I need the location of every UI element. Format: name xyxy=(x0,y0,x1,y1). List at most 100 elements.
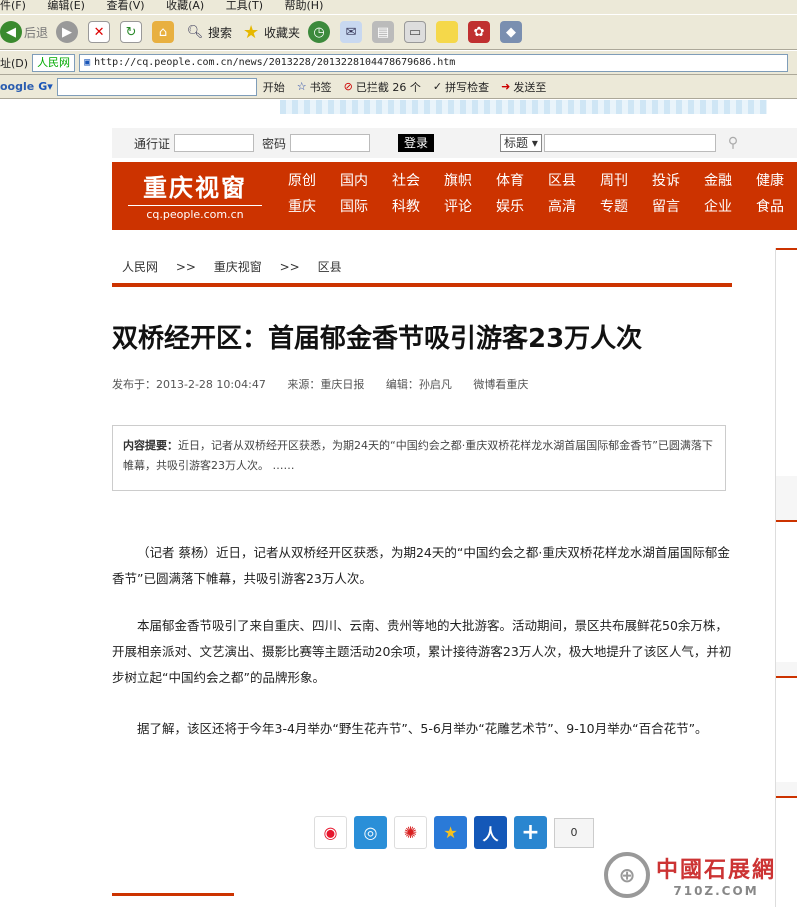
nav-link[interactable]: 投诉 xyxy=(652,170,704,196)
nav-link[interactable]: 体育 xyxy=(496,170,548,196)
stop-button[interactable]: ✕ xyxy=(88,21,112,43)
history-button[interactable]: ◷ xyxy=(308,21,332,43)
refresh-icon: ↻ xyxy=(120,21,143,43)
breadcrumb-link[interactable]: 人民网 xyxy=(122,260,158,274)
address-label: 址(D) xyxy=(0,56,29,70)
home-button[interactable]: ⌂ xyxy=(152,21,176,43)
search-button[interactable]: 🔍︎ 搜索 xyxy=(184,21,232,43)
nav-link[interactable]: 娱乐 xyxy=(496,196,548,222)
nav-link[interactable]: 国际 xyxy=(340,196,392,222)
breadcrumb-divider xyxy=(112,283,732,287)
passport-input[interactable] xyxy=(174,134,255,152)
passport-label: 通行证 xyxy=(134,136,171,151)
breadcrumb-link[interactable]: 重庆视窗 xyxy=(214,260,262,274)
stop-icon: ✕ xyxy=(88,21,111,43)
more-share-icon[interactable]: + xyxy=(514,816,547,849)
back-arrow-icon: ◀ xyxy=(0,21,22,43)
nav-link[interactable]: 企业 xyxy=(704,196,756,222)
article-editor: 编辑：孙启凡 xyxy=(385,378,452,391)
url-input[interactable]: ▣ http://cq.people.com.cn/news/2013228/2… xyxy=(79,53,789,72)
search-type-select[interactable]: 标题 ▾ xyxy=(500,134,542,152)
history-icon: ◷ xyxy=(308,21,331,43)
nav-link[interactable]: 重庆 xyxy=(288,196,340,222)
research-button[interactable]: ◆ xyxy=(500,21,524,43)
site-search-input[interactable] xyxy=(543,134,716,152)
menu-edit[interactable]: 编辑(E) xyxy=(47,0,85,12)
refresh-button[interactable]: ↻ xyxy=(120,21,144,43)
nav-link[interactable]: 健康 xyxy=(756,170,797,196)
messenger-icon: ✿ xyxy=(468,21,491,43)
nav-link[interactable]: 评论 xyxy=(444,196,496,222)
block-icon: ⊘ xyxy=(343,80,353,93)
nav-link[interactable]: 区县 xyxy=(548,170,600,196)
nav-link[interactable]: 社会 xyxy=(392,170,444,196)
browser-menubar: 件(F) 编辑(E) 查看(V) 收藏(A) 工具(T) 帮助(H) xyxy=(0,0,797,14)
nav-link[interactable]: 留言 xyxy=(652,196,704,222)
google-toolbar: oogle G▾ 开始 ☆ 书签 ⊘ 已拦截 26 个 ✓ 拼写检查 ➜ 发送至 xyxy=(0,75,797,99)
favorites-button[interactable]: ★ 收藏夹 xyxy=(240,21,300,43)
menu-file[interactable]: 件(F) xyxy=(0,0,26,12)
menu-help[interactable]: 帮助(H) xyxy=(285,0,324,12)
star-outline-icon: ☆ xyxy=(296,80,307,93)
related-tab xyxy=(112,893,234,907)
breadcrumb: 人民网 >> 重庆视窗 >> 区县 xyxy=(122,258,356,275)
qzone-share-icon[interactable]: ★ xyxy=(434,816,467,849)
tencent-weibo-share-icon[interactable]: ◎ xyxy=(354,816,387,849)
google-start-button[interactable]: 开始 xyxy=(263,79,285,95)
back-button[interactable]: ◀ 后退 xyxy=(0,21,48,43)
google-g-icon: G▾ xyxy=(38,80,53,93)
nav-link[interactable]: 专题 xyxy=(600,196,652,222)
watermark-url: 710Z.COM xyxy=(673,884,759,898)
summary-label: 内容提要： xyxy=(123,439,178,452)
weibo-link[interactable]: 微博看重庆 xyxy=(473,378,528,391)
publish-time: 发布于：2013-2-28 10:04:47 xyxy=(112,378,266,391)
channel-nav: 重庆视窗 cq.people.com.cn 原创 国内 社会 旗帜 体育 区县 … xyxy=(112,162,797,230)
share-bar: ◉ ◎ ✺ ★ 人 + 0 xyxy=(314,816,594,849)
login-button[interactable]: 登录 xyxy=(398,134,435,152)
breadcrumb-link[interactable]: 区县 xyxy=(318,260,342,274)
nav-link[interactable]: 旗帜 xyxy=(444,170,496,196)
password-input[interactable] xyxy=(290,134,371,152)
menu-tools[interactable]: 工具(T) xyxy=(226,0,263,12)
send-to-button[interactable]: ➜ 发送至 xyxy=(501,79,546,95)
nav-link[interactable]: 国内 xyxy=(340,170,392,196)
sidebar-box xyxy=(776,248,797,476)
google-bookmarks-button[interactable]: ☆ 书签 xyxy=(297,79,332,95)
popup-blocked-button[interactable]: ⊘ 已拦截 26 个 xyxy=(344,79,421,95)
spellcheck-button[interactable]: ✓ 拼写检查 xyxy=(433,79,489,95)
nav-link[interactable]: 高清 xyxy=(548,196,600,222)
page-icon: ▣ xyxy=(84,56,91,68)
web-page: 通行证 密码 登录 标题 ▾ ⚲ 重庆视窗 cq.people.com.cn 原… xyxy=(0,100,797,907)
mail-icon: ✉ xyxy=(340,21,363,43)
print-button[interactable]: ▤ xyxy=(372,21,396,43)
breadcrumb-separator: >> xyxy=(279,260,300,274)
forward-button[interactable]: ▶ xyxy=(56,21,80,43)
nav-link[interactable]: 周刊 xyxy=(600,170,652,196)
site-select[interactable]: 人民网 xyxy=(32,53,76,72)
note-icon xyxy=(436,21,459,43)
channel-logo[interactable]: 重庆视窗 cq.people.com.cn xyxy=(122,168,268,224)
nav-link[interactable]: 金融 xyxy=(704,170,756,196)
edit-button[interactable]: ▭ xyxy=(404,21,428,43)
nav-link[interactable]: 科教 xyxy=(392,196,444,222)
renmin-weibo-share-icon[interactable]: ✺ xyxy=(394,816,427,849)
search-icon[interactable]: ⚲ xyxy=(728,135,738,151)
google-search-input[interactable] xyxy=(56,77,257,96)
article-summary: 内容提要：近日，记者从双桥经开区获悉，为期24天的“中国约会之都·重庆双桥花样龙… xyxy=(112,425,726,491)
mail-button[interactable]: ✉ xyxy=(340,21,364,43)
menu-view[interactable]: 查看(V) xyxy=(106,0,144,12)
discuss-button[interactable] xyxy=(436,21,460,43)
nav-link[interactable]: 食品 xyxy=(756,196,797,222)
messenger-button[interactable]: ✿ xyxy=(468,21,492,43)
password-label: 密码 xyxy=(262,136,287,151)
breadcrumb-separator: >> xyxy=(175,260,196,274)
nav-link[interactable]: 原创 xyxy=(288,170,340,196)
weibo-share-icon[interactable]: ◉ xyxy=(314,816,347,849)
menu-favorites[interactable]: 收藏(A) xyxy=(166,0,204,12)
renren-share-icon[interactable]: 人 xyxy=(474,816,507,849)
article-paragraph: 据了解，该区还将于今年3-4月举办“野生花卉节”、5-6月举办“花雕艺术节”、9… xyxy=(137,721,708,736)
right-sidebar xyxy=(775,248,797,907)
edit-icon: ▭ xyxy=(404,21,427,43)
seal-icon: ⊕ xyxy=(604,852,650,898)
sidebar-box xyxy=(776,676,797,782)
